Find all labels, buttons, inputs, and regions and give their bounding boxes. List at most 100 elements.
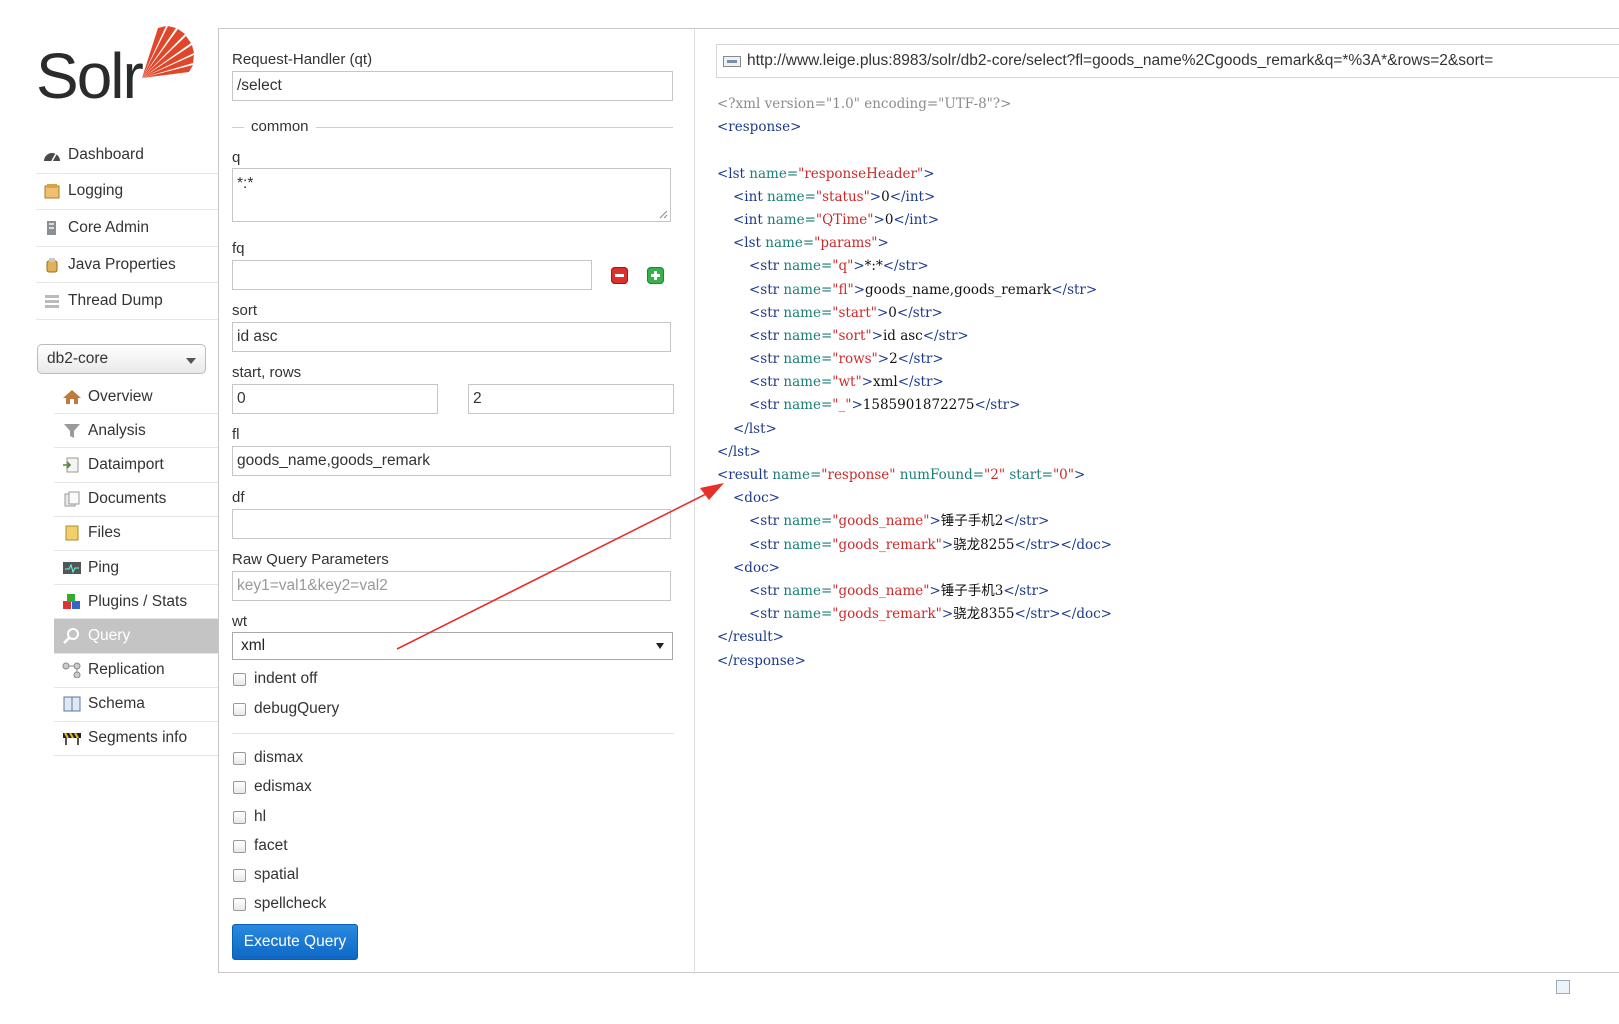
minus-icon <box>615 274 624 277</box>
xml-token: 锤子手机3 <box>940 582 1004 599</box>
query-url-text: http://www.leige.plus:8983/solr/db2-core… <box>747 52 1494 69</box>
raw-params-input[interactable]: key1=val1&key2=val2 <box>232 571 671 601</box>
checkbox-box[interactable] <box>233 780 246 794</box>
xml-token: <?xml version="1.0" encoding="UTF-8"?> <box>717 96 1012 112</box>
xml-token: </result> <box>717 629 784 646</box>
checkbox-box[interactable] <box>233 672 246 686</box>
common-legend: common <box>244 118 316 135</box>
checkbox-box[interactable] <box>233 751 246 765</box>
wt-select[interactable]: xml <box>232 632 673 660</box>
core-nav-item-segments-info[interactable]: Segments info <box>54 722 218 757</box>
checkbox-box[interactable] <box>233 810 246 824</box>
checkbox-box[interactable] <box>233 839 246 853</box>
xml-token: "wt" <box>832 374 862 391</box>
start-input[interactable]: 0 <box>232 384 438 414</box>
facet-label: facet <box>254 837 288 854</box>
fl-input[interactable]: goods_name,goods_remark <box>232 446 671 476</box>
xml-token: > <box>1073 467 1086 483</box>
xml-token: </str> <box>974 397 1021 414</box>
core-nav-item-dataimport[interactable]: Dataimport <box>54 448 218 483</box>
xml-token: </str> <box>897 374 944 391</box>
dismax-checkbox[interactable]: dismax <box>233 749 303 767</box>
xml-token: </lst> <box>733 420 777 437</box>
xml-token: > <box>873 211 885 228</box>
hl-checkbox[interactable]: hl <box>233 808 266 826</box>
core-nav-item-overview[interactable]: Overview <box>54 380 218 415</box>
xml-token: <int <box>733 211 768 228</box>
core-nav-item-query[interactable]: Query <box>54 619 218 654</box>
request-handler-label: Request-Handler (qt) <box>232 51 373 68</box>
facet-checkbox[interactable]: facet <box>233 837 288 855</box>
nav-item-label: Logging <box>68 182 124 200</box>
core-nav-item-plugins-stats[interactable]: Plugins / Stats <box>54 585 218 620</box>
execute-query-button[interactable]: Execute Query <box>232 924 358 960</box>
solr-logo[interactable]: Solr <box>36 24 196 114</box>
xml-line: <str name="q">*:*</str> <box>717 255 1112 278</box>
nav-item-dashboard[interactable]: Dashboard <box>36 137 218 174</box>
nav-item-logging[interactable]: Logging <box>36 174 218 211</box>
core-selector[interactable]: db2-core <box>37 344 206 374</box>
df-input[interactable] <box>232 509 671 539</box>
xml-token: name= <box>783 536 833 553</box>
nav-item-java-properties[interactable]: Java Properties <box>36 247 218 284</box>
sort-input[interactable]: id asc <box>232 322 671 352</box>
xml-token: "fl" <box>832 281 854 298</box>
remove-fq-button[interactable] <box>611 267 628 284</box>
xml-token: <result <box>717 467 773 483</box>
xml-token: > <box>853 258 865 275</box>
xml-token: "q" <box>832 258 854 275</box>
xml-token: > <box>851 397 863 414</box>
xml-line: <str name="wt">xml</str> <box>717 371 1112 394</box>
xml-line: <doc> <box>717 487 1112 510</box>
xml-token: > <box>853 281 866 298</box>
core-nav-item-files[interactable]: Files <box>54 517 218 551</box>
xml-token: 锤子手机2 <box>940 513 1004 530</box>
xml-token: > <box>941 536 954 553</box>
core-nav-item-label: Replication <box>88 661 165 679</box>
xml-token: </str> <box>897 351 944 368</box>
xml-token: > <box>877 351 890 368</box>
xml-token: name= <box>783 374 833 391</box>
checkbox-box[interactable] <box>233 897 246 911</box>
core-nav-item-ping[interactable]: Ping <box>54 551 218 586</box>
core-nav-item-label: Documents <box>88 490 167 508</box>
debug-query-checkbox[interactable]: debugQuery <box>233 700 339 718</box>
core-nav-item-documents[interactable]: Documents <box>54 483 218 517</box>
spellcheck-label: spellcheck <box>254 895 327 912</box>
q-textarea[interactable]: *:* <box>232 168 671 222</box>
edismax-checkbox[interactable]: edismax <box>233 778 312 796</box>
core-nav-item-label: Ping <box>88 558 120 576</box>
core-nav-item-replication[interactable]: Replication <box>54 654 218 688</box>
core-nav-item-schema[interactable]: Schema <box>54 688 218 722</box>
xml-token: </str> <box>1051 281 1098 298</box>
query-url-link[interactable]: http://www.leige.plus:8983/solr/db2-core… <box>716 44 1619 78</box>
indent-off-checkbox[interactable]: indent off <box>233 670 318 688</box>
xml-line: <str name="goods_remark">骁龙8255</str></d… <box>717 534 1112 557</box>
xml-token: "sort" <box>832 327 872 344</box>
debug-query-label: debugQuery <box>254 700 340 717</box>
spatial-label: spatial <box>254 866 299 883</box>
solr-sunburst-icon <box>142 26 194 78</box>
core-nav: Overview Analysis Dataimport Documents Files… <box>54 380 218 757</box>
request-handler-input[interactable]: /select <box>232 71 673 101</box>
checkbox-box[interactable] <box>233 702 246 716</box>
nav-item-thread-dump[interactable]: Thread Dump <box>36 283 218 320</box>
java-icon <box>42 257 62 273</box>
checkbox-box[interactable] <box>233 868 246 882</box>
spatial-checkbox[interactable]: spatial <box>233 866 299 884</box>
add-fq-button[interactable] <box>647 267 664 284</box>
spellcheck-checkbox[interactable]: spellcheck <box>233 895 326 913</box>
core-nav-item-analysis[interactable]: Analysis <box>54 414 218 449</box>
folder-icon <box>62 525 82 541</box>
xml-line: <int name="QTime">0</int> <box>717 209 1112 232</box>
segments-icon <box>62 730 82 746</box>
xml-token: <lst <box>733 235 766 252</box>
rows-input[interactable]: 2 <box>468 384 674 414</box>
xml-token: "goods_name" <box>832 513 930 530</box>
core-nav-item-label: Schema <box>88 695 145 713</box>
fq-input[interactable] <box>232 260 592 290</box>
xml-token: name= <box>783 513 833 530</box>
xml-line: </response> <box>717 650 1112 673</box>
nav-item-core-admin[interactable]: Core Admin <box>36 210 218 247</box>
raw-params-label: Raw Query Parameters <box>232 551 389 568</box>
